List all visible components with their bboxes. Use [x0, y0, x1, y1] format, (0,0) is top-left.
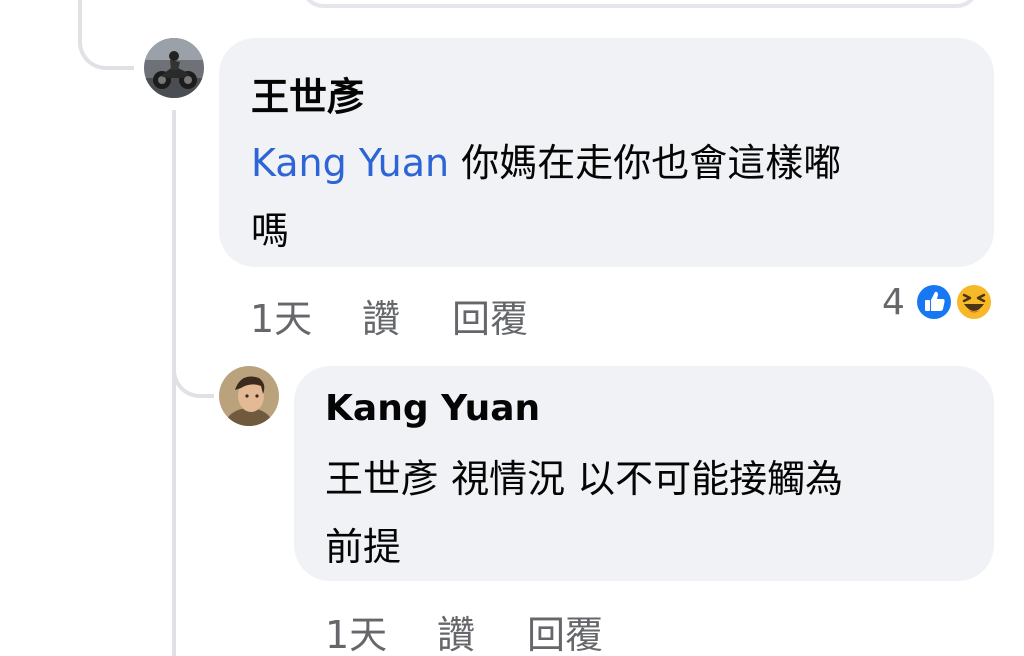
- mention-link[interactable]: Kang Yuan: [251, 141, 449, 185]
- like-button[interactable]: 讚: [362, 288, 400, 343]
- like-icon[interactable]: [914, 282, 954, 322]
- reply-button[interactable]: 回覆: [452, 288, 528, 343]
- comment-text-line: 嗎: [251, 209, 290, 253]
- motorcycle-rider-photo: [144, 38, 204, 98]
- previous-comment-bubble: [300, 0, 980, 8]
- reaction-count[interactable]: 4: [882, 282, 905, 323]
- comment-text-line: 前提: [325, 525, 402, 569]
- thread-connector-top: [78, 0, 134, 70]
- avatar[interactable]: [219, 366, 279, 426]
- comment-text-line: Kang Yuan 你媽在走你也會這樣嘟: [251, 132, 841, 187]
- profile-photo: [219, 366, 279, 426]
- comment-text-line: 王世彥 視情況 以不可能接觸為: [325, 457, 844, 501]
- comment-thread: 王世彥 Kang Yuan 你媽在走你也會這樣嘟 嗎 1天 讚 回覆 4 Kan…: [0, 0, 1024, 656]
- avatar[interactable]: [144, 38, 204, 98]
- comment-timestamp[interactable]: 1天: [250, 288, 312, 343]
- comment-text: 你媽在走你也會這樣嘟: [449, 141, 842, 185]
- haha-icon[interactable]: [954, 282, 994, 322]
- reply-button[interactable]: 回覆: [527, 604, 603, 656]
- comment-author[interactable]: 王世彥: [251, 66, 365, 121]
- thread-connector-reply: [172, 330, 214, 398]
- comment-author[interactable]: Kang Yuan: [325, 388, 540, 429]
- like-button[interactable]: 讚: [437, 604, 475, 656]
- comment-timestamp[interactable]: 1天: [325, 604, 387, 656]
